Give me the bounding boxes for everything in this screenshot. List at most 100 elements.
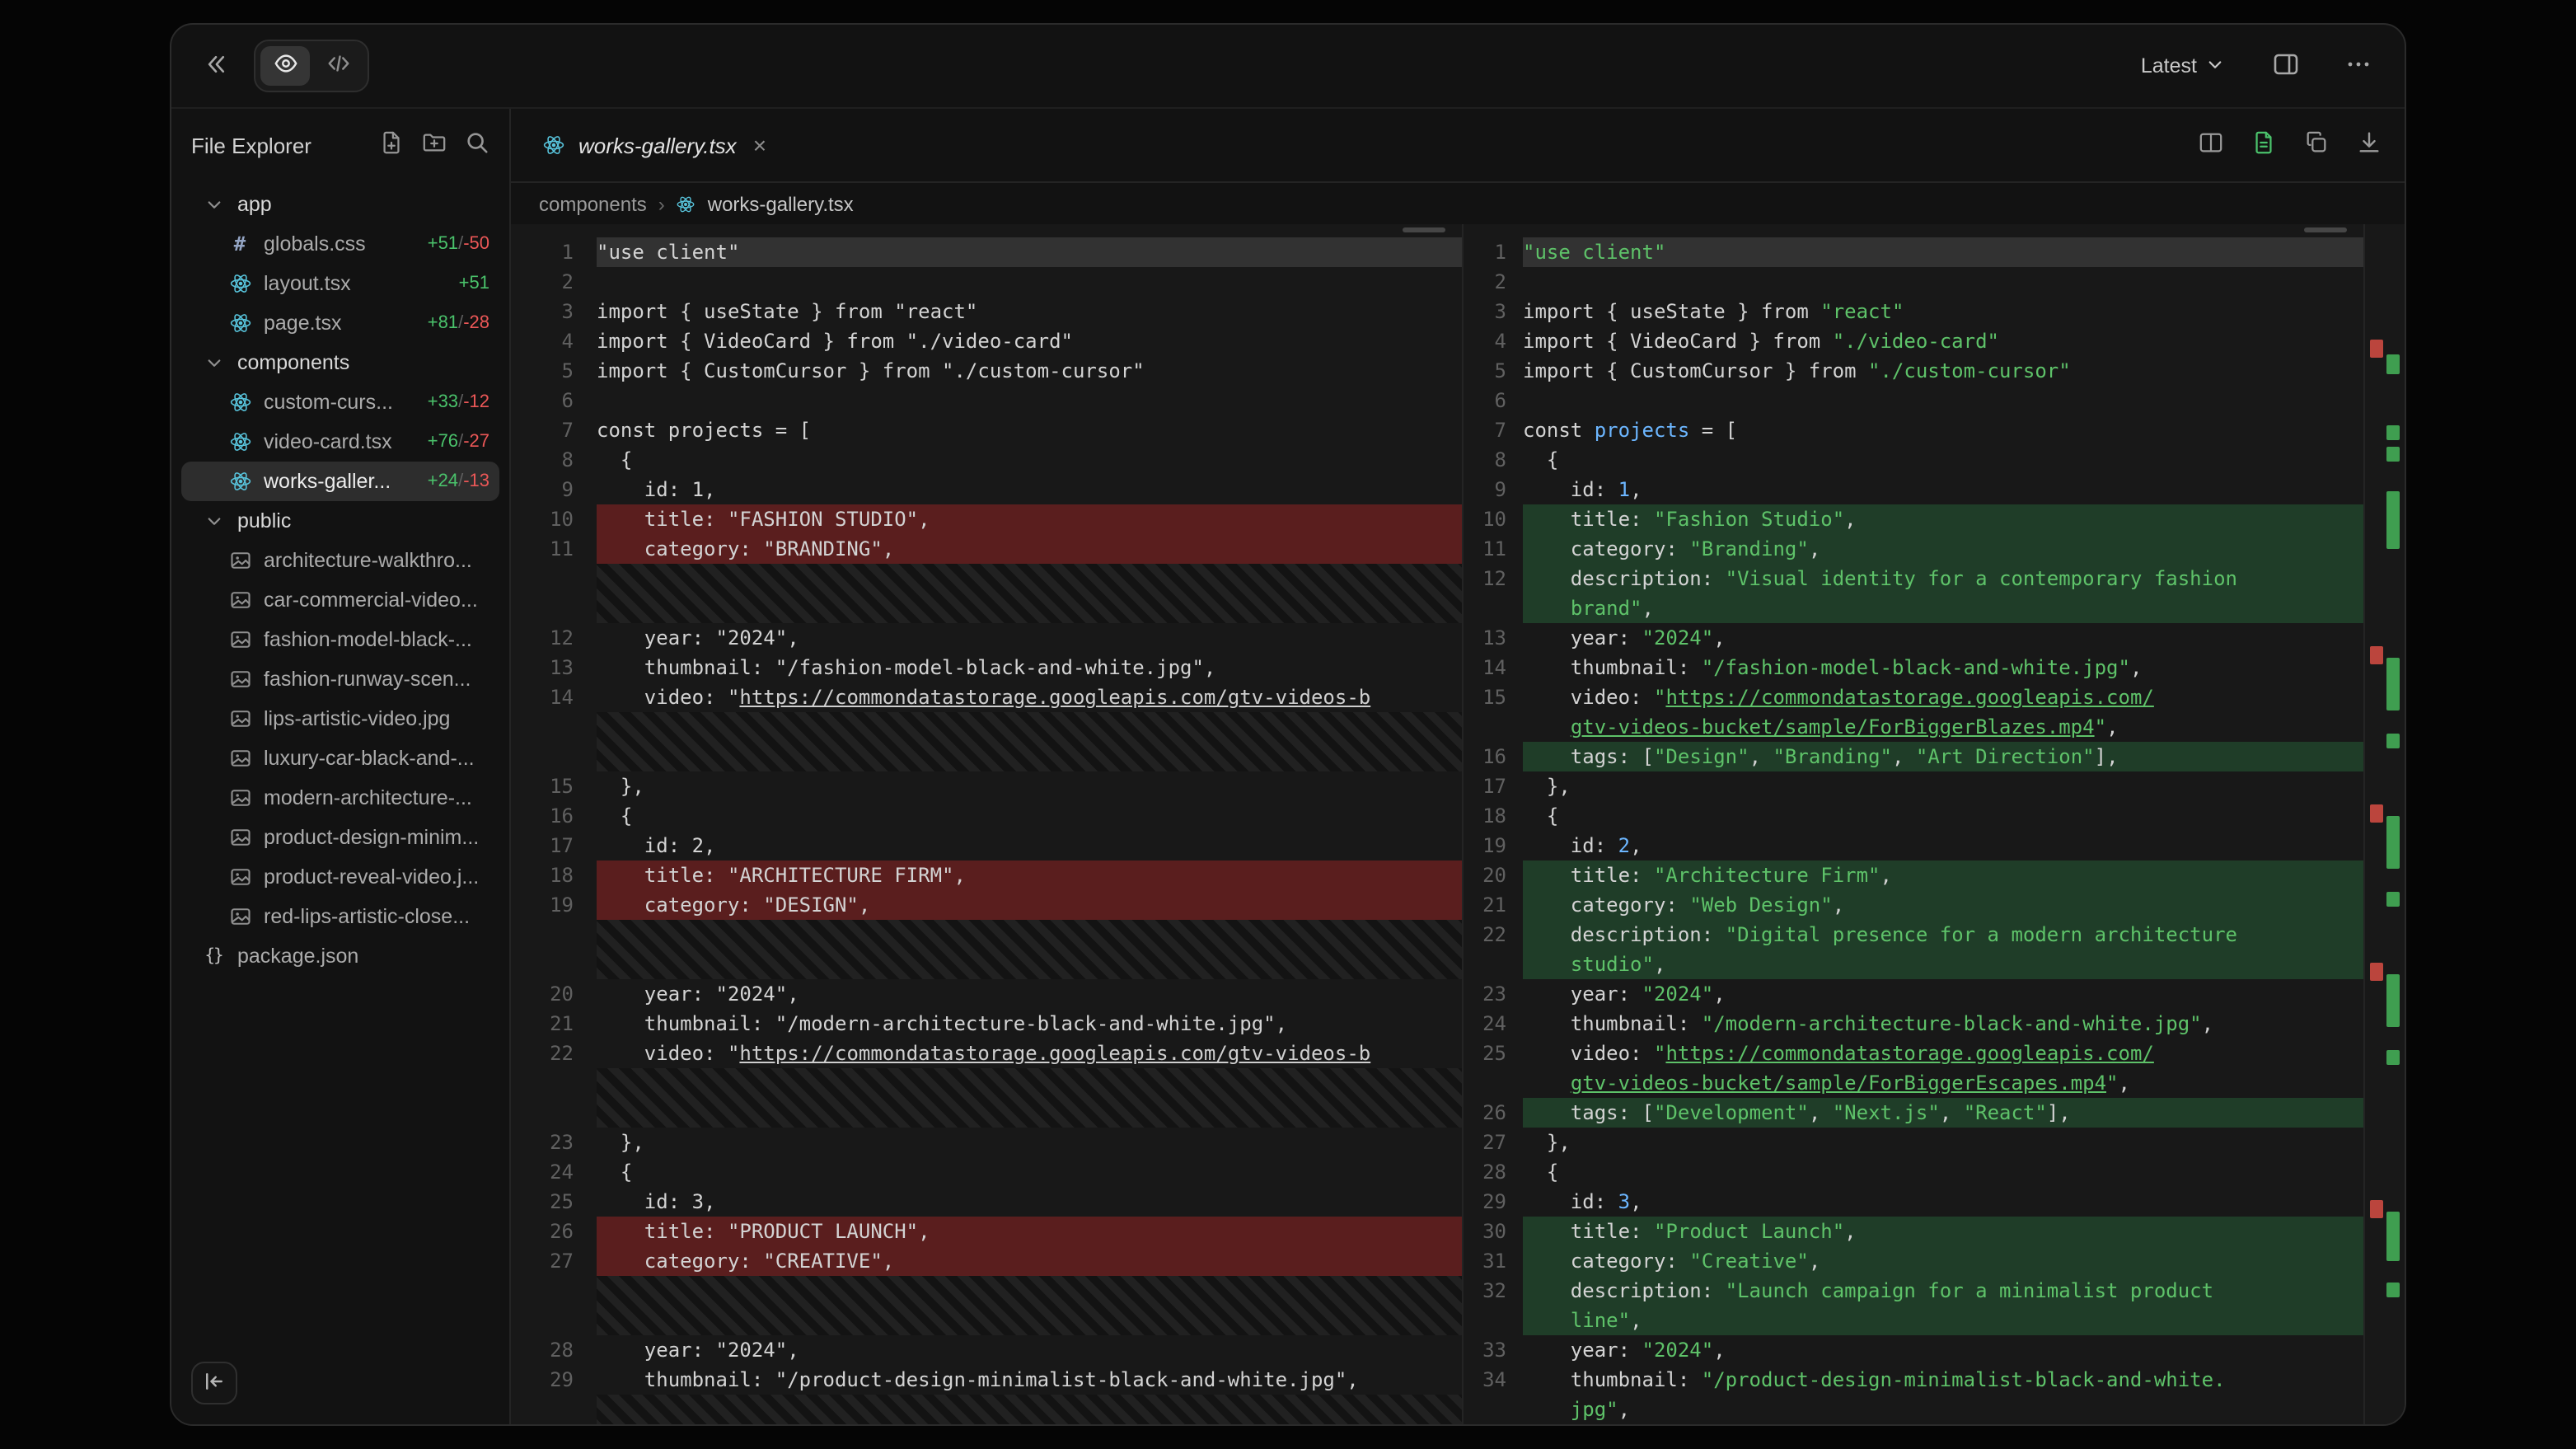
sidebar-file-lips-artistic-video.jpg[interactable]: lips-artistic-video.jpg bbox=[181, 699, 499, 739]
sidebar-file-fashion-runway-scen...[interactable]: fashion-runway-scen... bbox=[181, 659, 499, 699]
download-button[interactable] bbox=[2357, 130, 2382, 160]
code-line[interactable]: 15 video: "https://commondatastorage.goo… bbox=[1464, 682, 2363, 712]
code-line[interactable]: 19 category: "DESIGN", bbox=[511, 890, 1462, 920]
code-line[interactable]: 1"use client" bbox=[1464, 237, 2363, 267]
code-line[interactable]: 33 year: "2024", bbox=[1464, 1335, 2363, 1365]
code-line[interactable]: gtv-videos-bucket/sample/ForBiggerBlazes… bbox=[1464, 712, 2363, 742]
code-line[interactable]: 7const projects = [ bbox=[511, 415, 1462, 445]
code-line[interactable]: 22 description: "Digital presence for a … bbox=[1464, 920, 2363, 950]
version-dropdown[interactable]: Latest bbox=[2131, 53, 2233, 79]
horizontal-scrollbar[interactable] bbox=[2304, 227, 2347, 232]
collapse-sidebar-button[interactable] bbox=[198, 45, 234, 87]
code-line[interactable]: 31 category: "Creative", bbox=[1464, 1246, 2363, 1276]
sidebar-folder-public[interactable]: public bbox=[181, 501, 499, 541]
sidebar-folder-components[interactable]: components bbox=[181, 343, 499, 382]
sidebar-file-architecture-walkthro...[interactable]: architecture-walkthro... bbox=[181, 541, 499, 580]
sidebar-file-works-galler...[interactable]: works-galler...+24/-13 bbox=[181, 462, 499, 501]
code-line[interactable]: 6 bbox=[511, 386, 1462, 415]
code-line[interactable]: 24 thumbnail: "/modern-architecture-blac… bbox=[1464, 1009, 2363, 1039]
code-line[interactable]: 7const projects = [ bbox=[1464, 415, 2363, 445]
code-line[interactable]: 21 category: "Web Design", bbox=[1464, 890, 2363, 920]
breadcrumb-file[interactable]: works-gallery.tsx bbox=[708, 192, 854, 215]
code-line[interactable]: 21 thumbnail: "/modern-architecture-blac… bbox=[511, 1009, 1462, 1039]
code-line[interactable]: 34 thumbnail: "/product-design-minimalis… bbox=[1464, 1365, 2363, 1395]
copy-button[interactable] bbox=[2304, 130, 2329, 160]
code-line[interactable]: jpg", bbox=[1464, 1395, 2363, 1424]
sidebar-file-car-commercial-video...[interactable]: car-commercial-video... bbox=[181, 580, 499, 620]
code-line[interactable]: 5import { CustomCursor } from "./custom-… bbox=[511, 356, 1462, 386]
code-line[interactable]: 27 category: "CREATIVE", bbox=[511, 1246, 1462, 1276]
code-line[interactable]: 10 title: "Fashion Studio", bbox=[1464, 504, 2363, 534]
code-line[interactable]: line", bbox=[1464, 1306, 2363, 1335]
sidebar-file-red-lips-artistic-close...[interactable]: red-lips-artistic-close... bbox=[181, 897, 499, 936]
layout-panel-button[interactable] bbox=[2266, 44, 2306, 88]
file-diff-button[interactable] bbox=[2251, 130, 2276, 160]
code-line[interactable]: 12 year: "2024", bbox=[511, 623, 1462, 653]
code-line[interactable]: 14 thumbnail: "/fashion-model-black-and-… bbox=[1464, 653, 2363, 682]
code-line[interactable]: brand", bbox=[1464, 593, 2363, 623]
horizontal-scrollbar[interactable] bbox=[1403, 227, 1445, 232]
code-line[interactable]: 4import { VideoCard } from "./video-card… bbox=[1464, 326, 2363, 356]
code-line[interactable]: 16 tags: ["Design", "Branding", "Art Dir… bbox=[1464, 742, 2363, 771]
code-line[interactable]: 13 year: "2024", bbox=[1464, 623, 2363, 653]
sidebar-file-modern-architecture-...[interactable]: modern-architecture-... bbox=[181, 778, 499, 818]
new-file-button[interactable] bbox=[379, 130, 404, 160]
sidebar-file-custom-curs...[interactable]: custom-curs...+33/-12 bbox=[181, 382, 499, 422]
code-line[interactable]: 4import { VideoCard } from "./video-card… bbox=[511, 326, 1462, 356]
code-line[interactable]: 12 description: "Visual identity for a c… bbox=[1464, 564, 2363, 593]
code-line[interactable]: 17 id: 2, bbox=[511, 831, 1462, 860]
close-tab-button[interactable]: × bbox=[750, 130, 770, 160]
tab-works-gallery[interactable]: works-gallery.tsx × bbox=[534, 109, 776, 181]
code-line[interactable]: 3import { useState } from "react" bbox=[511, 297, 1462, 326]
sidebar-file-luxury-car-black-and-...[interactable]: luxury-car-black-and-... bbox=[181, 739, 499, 778]
code-line[interactable]: 2 bbox=[1464, 267, 2363, 297]
code-line[interactable]: 18 title: "ARCHITECTURE FIRM", bbox=[511, 860, 1462, 890]
code-line[interactable]: 20 title: "Architecture Firm", bbox=[1464, 860, 2363, 890]
code-line[interactable]: 19 id: 2, bbox=[1464, 831, 2363, 860]
code-line[interactable]: 13 thumbnail: "/fashion-model-black-and-… bbox=[511, 653, 1462, 682]
sidebar-file-fashion-model-black-...[interactable]: fashion-model-black-... bbox=[181, 620, 499, 659]
code-line[interactable]: 1"use client" bbox=[511, 237, 1462, 267]
code-line[interactable]: 16 { bbox=[511, 801, 1462, 831]
code-line[interactable]: 5import { CustomCursor } from "./custom-… bbox=[1464, 356, 2363, 386]
sidebar-file-page.tsx[interactable]: page.tsx+81/-28 bbox=[181, 303, 499, 343]
code-line[interactable]: 2 bbox=[511, 267, 1462, 297]
code-line[interactable]: 27 }, bbox=[1464, 1128, 2363, 1157]
sidebar-file-product-design-minim...[interactable]: product-design-minim... bbox=[181, 818, 499, 857]
code-line[interactable]: 9 id: 1, bbox=[511, 475, 1462, 504]
code-toggle-button[interactable] bbox=[313, 46, 363, 86]
code-line[interactable]: 29 id: 3, bbox=[1464, 1187, 2363, 1217]
code-line[interactable]: studio", bbox=[1464, 950, 2363, 979]
code-line[interactable]: 18 { bbox=[1464, 801, 2363, 831]
code-line[interactable]: 30 title: "Product Launch", bbox=[1464, 1217, 2363, 1246]
code-line[interactable]: 24 { bbox=[511, 1157, 1462, 1187]
code-line[interactable]: 17 }, bbox=[1464, 771, 2363, 801]
collapse-panel-button[interactable] bbox=[191, 1362, 237, 1404]
code-line[interactable]: 20 year: "2024", bbox=[511, 979, 1462, 1009]
preview-toggle-button[interactable] bbox=[260, 46, 310, 86]
code-line[interactable]: 28 { bbox=[1464, 1157, 2363, 1187]
code-line[interactable]: gtv-videos-bucket/sample/ForBiggerEscape… bbox=[1464, 1068, 2363, 1098]
more-options-button[interactable] bbox=[2339, 44, 2378, 88]
code-line[interactable]: 26 title: "PRODUCT LAUNCH", bbox=[511, 1217, 1462, 1246]
code-line[interactable]: 9 id: 1, bbox=[1464, 475, 2363, 504]
code-line[interactable]: 11 category: "BRANDING", bbox=[511, 534, 1462, 564]
search-button[interactable] bbox=[465, 130, 489, 160]
code-line[interactable]: 28 year: "2024", bbox=[511, 1335, 1462, 1365]
sidebar-file-layout.tsx[interactable]: layout.tsx+51 bbox=[181, 264, 499, 303]
code-line[interactable]: 23 }, bbox=[511, 1128, 1462, 1157]
new-folder-button[interactable] bbox=[422, 130, 447, 160]
code-line[interactable]: 23 year: "2024", bbox=[1464, 979, 2363, 1009]
breadcrumb-folder[interactable]: components bbox=[539, 192, 647, 215]
sidebar-folder-app[interactable]: app bbox=[181, 185, 499, 224]
code-line[interactable]: 11 category: "Branding", bbox=[1464, 534, 2363, 564]
code-line[interactable]: 8 { bbox=[1464, 445, 2363, 475]
code-line[interactable]: 29 thumbnail: "/product-design-minimalis… bbox=[511, 1365, 1462, 1395]
code-line[interactable]: 25 video: "https://commondatastorage.goo… bbox=[1464, 1039, 2363, 1068]
overview-ruler[interactable] bbox=[2365, 224, 2405, 1424]
sidebar-file-package.json[interactable]: {}package.json bbox=[181, 936, 499, 976]
code-line[interactable]: 3import { useState } from "react" bbox=[1464, 297, 2363, 326]
code-line[interactable]: 25 id: 3, bbox=[511, 1187, 1462, 1217]
code-line[interactable]: 14 video: "https://commondatastorage.goo… bbox=[511, 682, 1462, 712]
code-line[interactable]: 6 bbox=[1464, 386, 2363, 415]
